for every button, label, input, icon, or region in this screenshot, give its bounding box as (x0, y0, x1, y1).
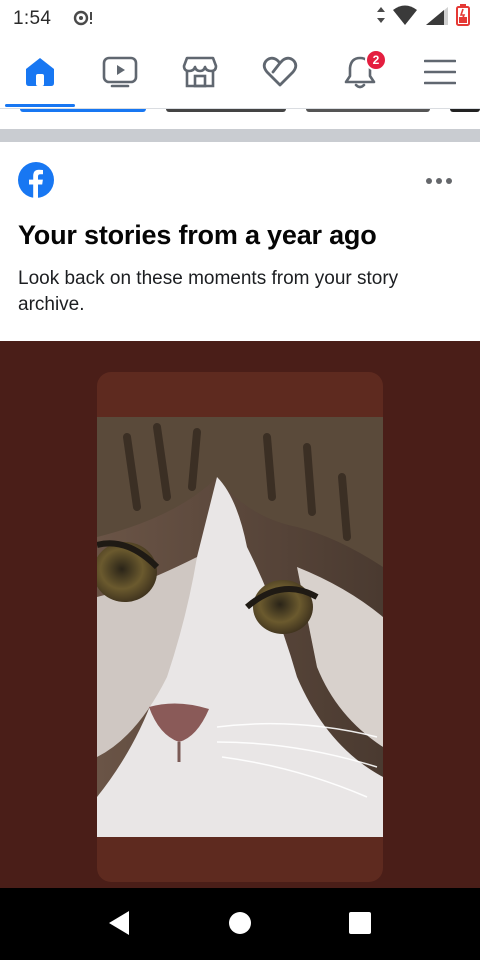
sync-alert-icon (72, 10, 94, 26)
more-options-button[interactable] (420, 166, 458, 196)
wifi-icon (392, 5, 418, 30)
status-icons (376, 3, 470, 31)
recents-button[interactable] (345, 910, 375, 940)
more-horizontal-icon (426, 178, 452, 184)
cat-photo (97, 417, 383, 837)
nav-menu-tab[interactable] (400, 36, 480, 108)
home-system-button[interactable] (225, 910, 255, 940)
nav-home-tab[interactable] (0, 36, 80, 108)
heart-icon (262, 56, 298, 88)
system-nav-bar (0, 888, 480, 960)
back-button[interactable] (104, 910, 134, 940)
home-circle-icon (228, 911, 252, 940)
story-tray-peek (166, 109, 286, 112)
story-tray-peek (306, 109, 430, 112)
nav-marketplace-tab[interactable] (160, 36, 240, 108)
shop-icon (182, 55, 218, 89)
facebook-icon (18, 162, 54, 198)
home-icon (23, 55, 57, 89)
memory-title: Your stories from a year ago (18, 220, 377, 250)
nav-watch-tab[interactable] (80, 36, 160, 108)
back-icon (107, 910, 131, 941)
data-arrows-icon (376, 6, 386, 28)
nav-notifications-tab[interactable]: 2 (320, 36, 400, 108)
story-tray-peek (20, 109, 146, 112)
battery-icon (456, 3, 470, 31)
recents-square-icon (348, 911, 372, 940)
cell-signal-icon (424, 5, 450, 30)
video-icon (102, 56, 138, 88)
status-bar: 1:54 (0, 0, 480, 36)
active-tab-indicator (5, 104, 75, 107)
story-preview[interactable] (0, 341, 480, 888)
hamburger-icon (424, 58, 456, 86)
notification-badge: 2 (365, 49, 387, 71)
nav-dating-tab[interactable] (240, 36, 320, 108)
memory-description: Look back on these moments from your sto… (18, 268, 399, 315)
top-nav: 2 (0, 36, 480, 108)
memory-card: Your stories from a year ago Look back o… (0, 142, 480, 341)
story-card[interactable] (97, 372, 383, 882)
feed-separator (0, 129, 480, 142)
status-time: 1:54 (13, 8, 52, 29)
story-tray-peek (450, 109, 480, 112)
